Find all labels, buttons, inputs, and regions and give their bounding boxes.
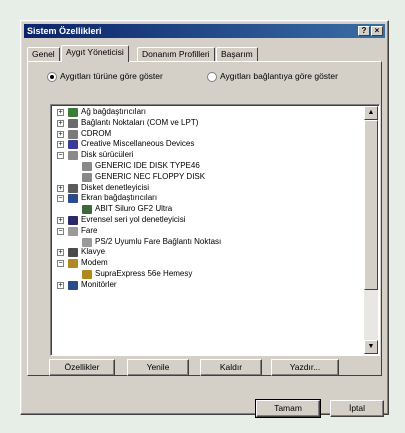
usb-icon — [68, 215, 78, 225]
collapse-icon[interactable]: − — [57, 227, 64, 235]
device-tree-label: Ağ bağdaştırıcıları — [81, 107, 146, 116]
device-tree-row[interactable]: − Ekran bağdaştırıcıları — [53, 193, 364, 204]
view-by-connection-option[interactable]: Aygıtları bağlantıya göre göster — [207, 71, 338, 82]
collapse-icon[interactable]: − — [57, 152, 64, 160]
close-button[interactable]: × — [371, 26, 383, 36]
disk-icon — [68, 151, 78, 161]
device-tree-row[interactable]: − Fare — [53, 226, 364, 237]
device-tree-row[interactable]: SupraExpress 56e Hemesy — [53, 269, 364, 280]
collapse-icon[interactable]: − — [57, 260, 64, 268]
device-tree-label: Klavye — [81, 247, 106, 257]
modem-icon — [68, 259, 78, 269]
port-icon — [68, 118, 78, 128]
refresh-button[interactable]: Yenile — [127, 359, 189, 376]
device-tree-scrollbar[interactable]: ▲ ▼ — [364, 106, 378, 354]
device-tree-label: Bağlantı Noktaları (COM ve LPT) — [81, 117, 199, 127]
title-bar[interactable]: Sistem Özellikleri ? × — [24, 24, 385, 38]
device-tree-row[interactable]: ABIT Siluro GF2 Ultra — [53, 204, 364, 215]
device-tree-row[interactable]: + Monitörler — [53, 280, 364, 291]
device-tree-label: Fare — [81, 225, 98, 235]
device-tree-row[interactable]: − Modem — [53, 258, 364, 269]
view-by-connection-radio[interactable] — [207, 71, 217, 82]
ok-button[interactable]: Tamam — [255, 399, 321, 418]
scroll-thumb[interactable] — [364, 120, 378, 290]
tab-performance[interactable]: Başarım — [216, 47, 258, 61]
device-tree-row[interactable]: GENERIC IDE DISK TYPE46 — [53, 161, 364, 172]
mouse-icon — [82, 237, 92, 247]
device-tree-label: PS/2 Uyumlu Fare Bağlantı Noktası — [95, 236, 222, 246]
device-tree-row[interactable]: + Klavye — [53, 247, 364, 258]
device-tree-label: Disk sürücüleri — [81, 150, 134, 160]
device-tree-label: ABIT Siluro GF2 Ultra — [95, 204, 173, 214]
device-tree-row[interactable]: + Evrensel seri yol denetleyicisi — [53, 215, 364, 226]
device-tree-label: Modem — [81, 258, 108, 268]
cdrom-icon — [68, 129, 78, 139]
floppy-controller-icon — [68, 183, 78, 193]
view-by-type-label: Aygıtları türüne göre göster — [60, 71, 163, 81]
device-tree-row[interactable]: + Bağlantı Noktaları (COM ve LPT) — [53, 118, 364, 129]
expand-icon[interactable]: + — [57, 109, 64, 116]
device-tree-row[interactable]: + Disket denetleyicisi — [53, 183, 364, 194]
view-by-type-radio[interactable] — [47, 71, 57, 82]
device-tree-label: Evrensel seri yol denetleyicisi — [81, 214, 186, 224]
display-card-icon — [82, 205, 92, 215]
expand-icon[interactable]: + — [57, 130, 64, 138]
network-icon — [68, 108, 78, 117]
device-tree-row[interactable]: + Creative Miscellaneous Devices — [53, 139, 364, 150]
monitor-icon — [68, 194, 78, 204]
device-tree-label: Disket denetleyicisi — [81, 182, 150, 192]
device-tree-label: SupraExpress 56e Hemesy — [95, 268, 193, 278]
help-button[interactable]: ? — [358, 26, 370, 36]
device-tree-label: CDROM — [81, 128, 112, 138]
mouse-icon — [68, 226, 78, 236]
tab-strip: Genel Aygıt Yöneticisi Donanım Profiller… — [27, 45, 382, 62]
device-tree-row[interactable]: + CDROM — [53, 129, 364, 140]
device-tree-row[interactable]: + Ağ bağdaştırıcıları — [53, 107, 364, 118]
device-tree-list: + Ağ bağdaştırıcıları + Bağlantı Noktaları … — [53, 107, 364, 291]
window-title: Sistem Özellikleri — [27, 26, 102, 36]
expand-icon[interactable]: + — [57, 216, 64, 224]
device-tree-label: GENERIC IDE DISK TYPE46 — [95, 160, 200, 170]
tab-general[interactable]: Genel — [27, 47, 60, 61]
scroll-up-button[interactable]: ▲ — [364, 106, 378, 120]
device-icon — [68, 140, 78, 150]
modem-icon — [82, 269, 92, 279]
scroll-down-button[interactable]: ▼ — [364, 340, 378, 354]
monitor-icon — [68, 280, 78, 290]
tab-hardware-profiles[interactable]: Donanım Profilleri — [137, 47, 215, 61]
expand-icon[interactable]: + — [57, 141, 64, 149]
device-tree-label: GENERIC NEC FLOPPY DISK — [95, 171, 206, 181]
tab-device-manager[interactable]: Aygıt Yöneticisi — [61, 45, 129, 62]
collapse-icon[interactable]: − — [57, 195, 64, 203]
disk-icon — [82, 172, 92, 182]
device-tree-row[interactable]: − Disk sürücüleri — [53, 150, 364, 161]
disk-icon — [82, 161, 92, 171]
view-by-connection-label: Aygıtları bağlantıya göre göster — [220, 71, 338, 81]
expand-icon[interactable]: + — [57, 119, 64, 127]
keyboard-icon — [68, 248, 78, 258]
device-tree-label: Ekran bağdaştırıcıları — [81, 193, 158, 203]
expand-icon[interactable]: + — [57, 281, 64, 289]
device-tree-row[interactable]: GENERIC NEC FLOPPY DISK — [53, 172, 364, 183]
cancel-button[interactable]: İptal — [330, 400, 384, 417]
view-by-type-option[interactable]: Aygıtları türüne göre göster — [47, 71, 163, 82]
expand-icon[interactable]: + — [57, 184, 64, 192]
expand-icon[interactable]: + — [57, 249, 64, 257]
device-tree-label: Creative Miscellaneous Devices — [81, 139, 195, 149]
device-tree-row[interactable]: PS/2 Uyumlu Fare Bağlantı Noktası — [53, 237, 364, 248]
print-button[interactable]: Yazdır... — [271, 359, 339, 376]
device-tree[interactable]: + Ağ bağdaştırıcıları + Bağlantı Noktaları … — [50, 104, 380, 356]
remove-button[interactable]: Kaldır — [200, 359, 262, 376]
properties-button[interactable]: Özellikler — [49, 359, 115, 376]
device-tree-label: Monitörler — [81, 279, 117, 289]
